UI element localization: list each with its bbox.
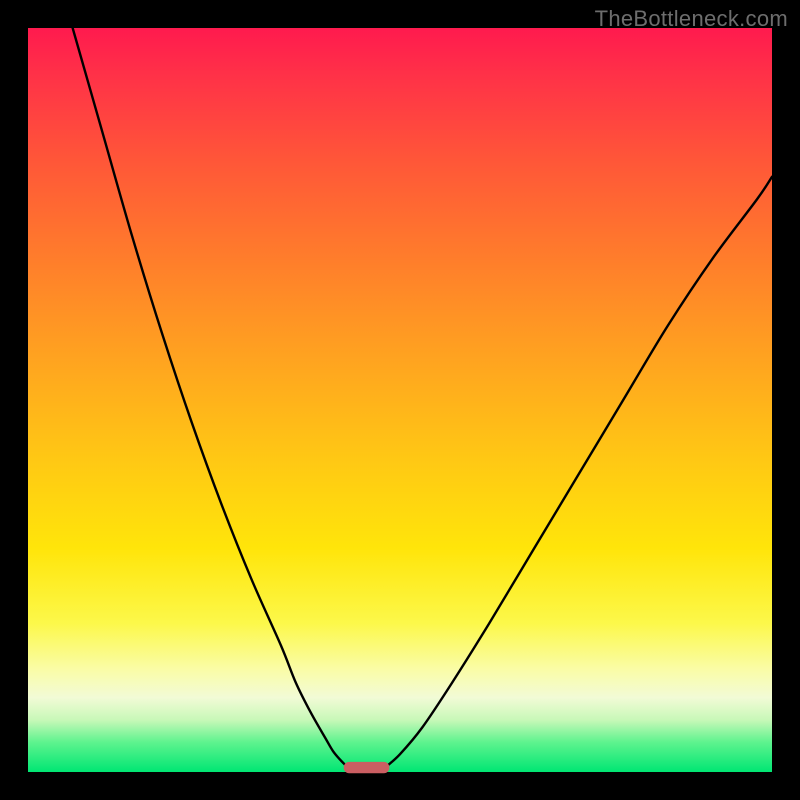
right-curve [385, 177, 772, 768]
left-curve [73, 28, 348, 768]
curve-layer [28, 28, 772, 772]
chart-frame: TheBottleneck.com [0, 0, 800, 800]
minimum-marker [344, 762, 389, 772]
plot-area [28, 28, 772, 772]
